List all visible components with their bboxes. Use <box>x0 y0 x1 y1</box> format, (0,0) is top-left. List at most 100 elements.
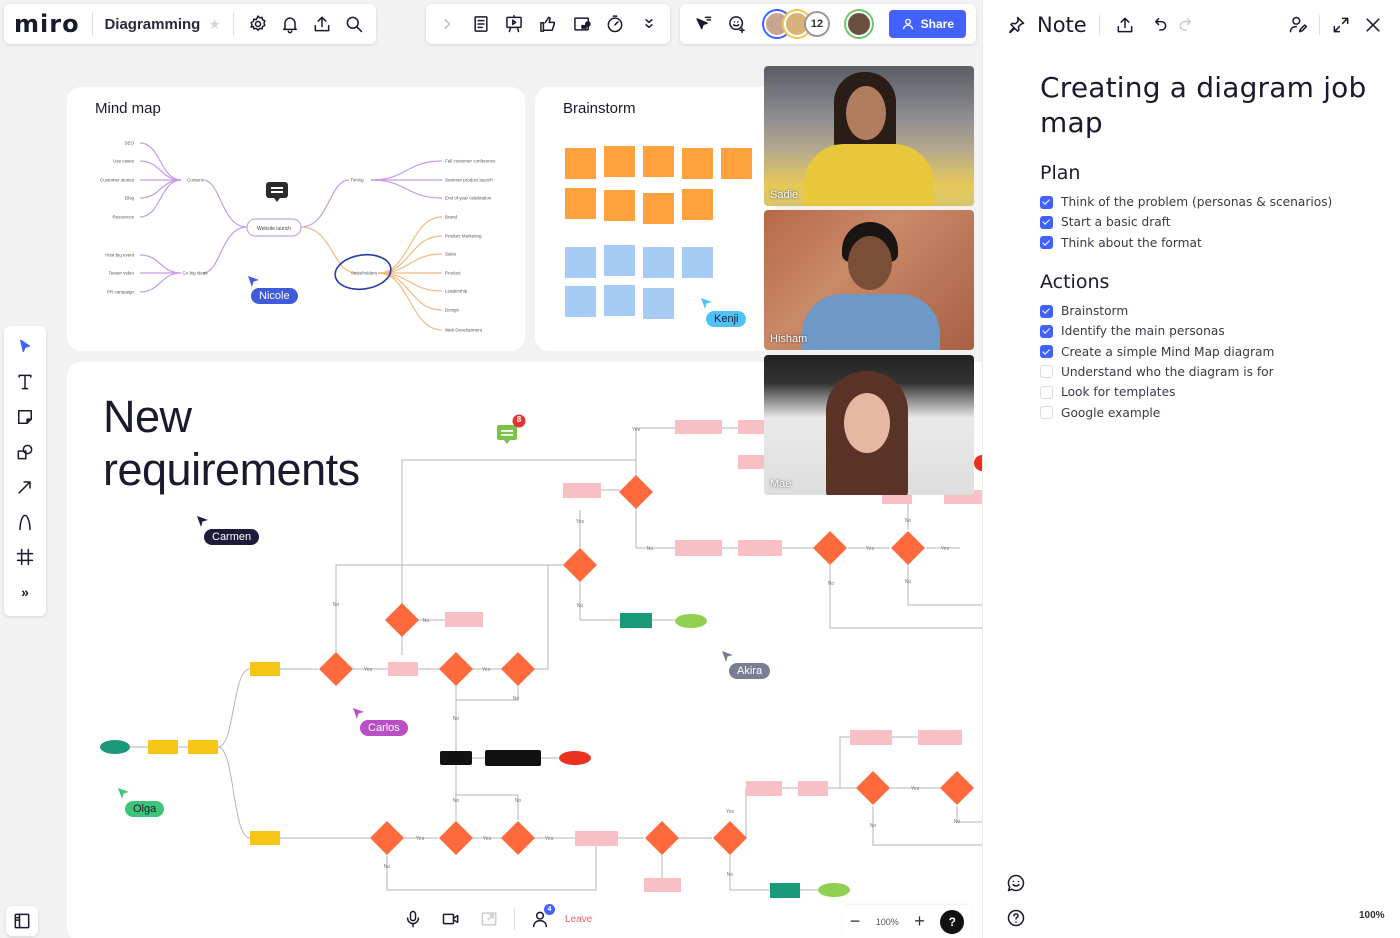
sticky-note[interactable] <box>604 285 635 316</box>
mindmap-leaf-label[interactable]: Summer product launch <box>445 178 493 183</box>
video-tile[interactable]: Sadie <box>764 66 974 206</box>
checkbox[interactable] <box>1040 365 1053 379</box>
camera-icon[interactable] <box>438 906 464 932</box>
mindmap-leaf-label[interactable]: Leadership <box>445 289 468 294</box>
shapes-icon[interactable] <box>12 439 38 465</box>
participants-icon[interactable]: 4 <box>527 904 555 932</box>
note-document[interactable]: Creating a diagram job map Plan Think of… <box>1040 70 1370 423</box>
sticky-note[interactable] <box>643 146 674 177</box>
mindmap-leaf-label[interactable]: SEO <box>124 141 134 146</box>
checkbox[interactable] <box>1040 385 1053 399</box>
process-step[interactable] <box>644 878 681 892</box>
mindmap-leaf-label[interactable]: Use cases <box>113 159 135 164</box>
start-node[interactable] <box>100 740 130 754</box>
cancel-booking-step[interactable] <box>440 751 472 765</box>
zoom-in-icon[interactable]: + <box>914 911 925 932</box>
mindmap-leaf-label[interactable]: Teaser video <box>108 271 134 276</box>
mindmap-branch-label[interactable]: Timing <box>350 178 364 183</box>
sticky-note[interactable] <box>682 189 713 220</box>
mindmap-branch-label[interactable]: Stakeholders <box>351 271 378 276</box>
checkbox[interactable] <box>1040 324 1053 338</box>
exit-node[interactable] <box>559 751 591 765</box>
process-step[interactable] <box>675 540 722 556</box>
sticky-note[interactable] <box>643 247 674 278</box>
checkbox[interactable] <box>1040 195 1053 209</box>
checklist-item[interactable]: Understand who the diagram is for <box>1040 362 1370 382</box>
sticky-note[interactable] <box>682 247 713 278</box>
pay-later-step[interactable] <box>250 831 280 845</box>
process-step[interactable] <box>918 730 962 745</box>
checklist-item[interactable]: Start a basic draft <box>1040 212 1370 232</box>
mindmap-leaf-label[interactable]: Fall customer conference <box>445 159 496 164</box>
frame-icon[interactable] <box>12 544 38 570</box>
checklist-item[interactable]: Look for templates <box>1040 382 1370 402</box>
checklist-item[interactable]: Brainstorm <box>1040 301 1370 321</box>
process-step[interactable] <box>445 612 483 627</box>
checkbox[interactable] <box>1040 236 1053 250</box>
process-step[interactable] <box>675 420 722 434</box>
chat-smile-icon[interactable] <box>1003 870 1029 896</box>
checklist-item[interactable]: Think about the format <box>1040 233 1370 253</box>
process-step[interactable] <box>746 781 782 796</box>
checklist-item[interactable]: Google example <box>1040 402 1370 422</box>
end-node[interactable] <box>675 614 707 628</box>
close-icon[interactable] <box>1360 12 1386 38</box>
help-circle-icon[interactable] <box>1003 905 1029 931</box>
sticky-note[interactable] <box>604 190 635 221</box>
pen-icon[interactable] <box>12 509 38 535</box>
process-step[interactable] <box>388 662 418 676</box>
mindmap-leaf-label[interactable]: PR campaign <box>107 290 135 295</box>
microphone-icon[interactable] <box>400 906 426 932</box>
video-tile[interactable]: Mae <box>764 355 974 495</box>
more-tools-icon[interactable]: » <box>12 579 38 605</box>
user-edit-icon[interactable] <box>1285 12 1311 38</box>
process-step[interactable] <box>850 730 892 745</box>
checklist-item[interactable]: Create a simple Mind Map diagram <box>1040 341 1370 361</box>
mindmap-leaf-label[interactable]: Design <box>445 308 460 313</box>
sticky-note[interactable] <box>565 148 596 179</box>
mindmap-leaf-label[interactable]: Customer stories <box>100 178 135 183</box>
help-button[interactable]: ? <box>940 909 965 934</box>
mindmap-leaf-label[interactable]: Brand <box>445 215 458 220</box>
sticky-note[interactable] <box>643 193 674 224</box>
payment-refund-step[interactable] <box>485 750 541 766</box>
mindmap-leaf-label[interactable]: Product <box>445 271 461 276</box>
process-step[interactable] <box>188 740 218 754</box>
mindmap-leaf-label[interactable]: Resources <box>112 215 134 220</box>
checkbox[interactable] <box>1040 406 1053 420</box>
undo-icon[interactable] <box>1146 12 1172 38</box>
text-icon[interactable] <box>12 369 38 395</box>
sticky-note[interactable] <box>643 288 674 319</box>
end-node[interactable] <box>818 883 850 897</box>
checkbox[interactable] <box>1040 215 1053 229</box>
process-step[interactable] <box>738 420 764 434</box>
sticky-note[interactable] <box>565 286 596 317</box>
sidebar-toggle-icon[interactable] <box>6 906 38 936</box>
sticky-note-icon[interactable] <box>12 404 38 430</box>
process-step[interactable] <box>563 483 601 498</box>
video-tile[interactable]: Hisham <box>764 210 974 350</box>
sticky-note[interactable] <box>682 148 713 179</box>
checkbox[interactable] <box>1040 304 1053 318</box>
process-step[interactable] <box>148 740 178 754</box>
capture-payment-step[interactable] <box>770 883 800 898</box>
pin-icon[interactable] <box>1003 12 1029 38</box>
checklist-item[interactable]: Think of the problem (personas & scenari… <box>1040 192 1370 212</box>
sticky-note[interactable] <box>565 188 596 219</box>
mindmap-leaf-label[interactable]: Web Development <box>445 328 483 333</box>
capture-payment-step[interactable] <box>620 613 652 628</box>
export-icon[interactable] <box>1112 12 1138 38</box>
select-cursor-icon[interactable] <box>12 334 38 360</box>
expand-icon[interactable] <box>1328 12 1354 38</box>
process-step[interactable] <box>798 781 828 796</box>
process-step[interactable] <box>738 540 782 556</box>
zoom-out-icon[interactable]: − <box>850 911 861 932</box>
redo-icon[interactable] <box>1174 12 1200 38</box>
leave-button[interactable]: Leave <box>565 914 592 925</box>
mindmap-branch-label[interactable]: Go big ideas <box>182 271 208 276</box>
mindmap-leaf-label[interactable]: Product Marketing <box>445 234 482 239</box>
process-step[interactable] <box>738 455 764 469</box>
pay-now-step[interactable] <box>250 662 280 676</box>
checklist-item[interactable]: Identify the main personas <box>1040 321 1370 341</box>
checkbox[interactable] <box>1040 345 1053 359</box>
